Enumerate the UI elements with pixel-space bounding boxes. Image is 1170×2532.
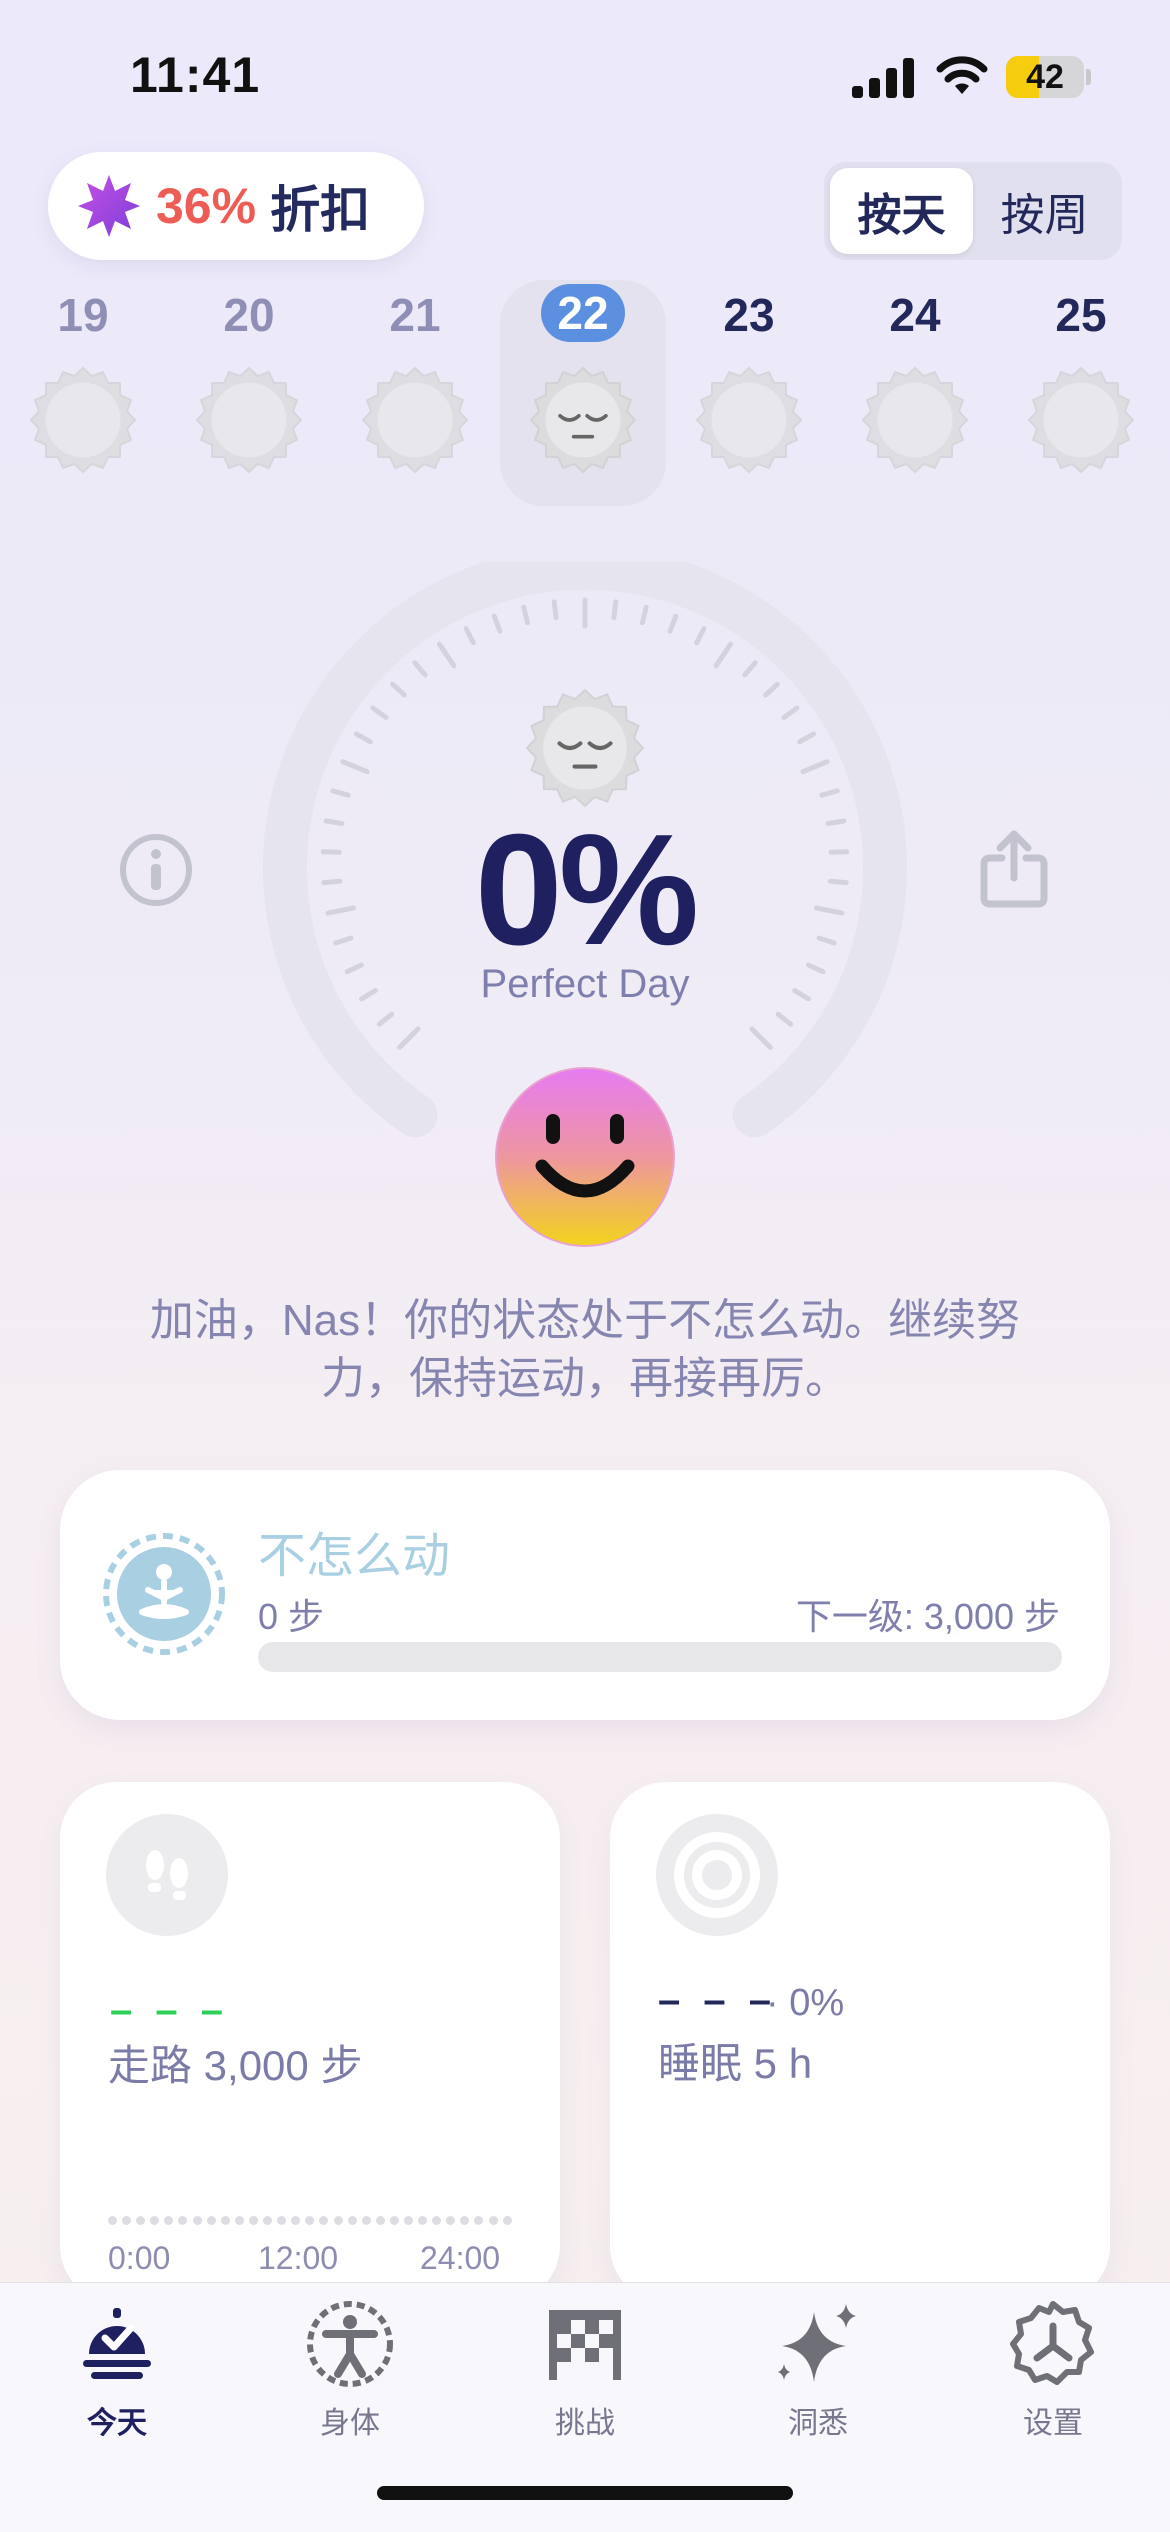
- walk-value: – – –: [110, 1988, 229, 2032]
- day-number: 21: [389, 289, 441, 341]
- sleep-goal-label: 睡眠 5 h: [658, 2040, 813, 2087]
- tab-body[interactable]: 身体: [250, 2296, 450, 2442]
- sparkle-icon: [778, 2304, 856, 2382]
- star-badge-icon: [78, 175, 140, 237]
- day-sun-icon: [529, 366, 637, 474]
- cellular-signal-icon: [852, 58, 914, 98]
- tab-settings[interactable]: 设置: [953, 2296, 1153, 2442]
- tab-today[interactable]: 今天: [17, 2296, 217, 2442]
- tab-today-label: 今天: [87, 2407, 147, 2440]
- discount-promo-button[interactable]: 36% 折扣: [48, 152, 424, 260]
- tab-insights-label: 洞悉: [788, 2407, 848, 2440]
- day-sun-icon: [361, 366, 469, 474]
- next-level-steps: 下一级: 3,000 步: [795, 1596, 1060, 1637]
- timeline-tick-end: 24:00: [420, 2240, 501, 2276]
- share-icon[interactable]: [978, 826, 1050, 910]
- motivation-message: 加油，Nas！你的状态处于不怎么动。继续努力，保持运动，再接再厉。: [149, 1296, 1021, 1403]
- status-time: 11:41: [130, 47, 261, 103]
- sleep-percent: · 0%: [766, 1982, 845, 2024]
- level-progress-bar: [258, 1642, 1062, 1672]
- walk-timeline: [108, 2216, 512, 2230]
- day-number: 22: [541, 284, 625, 342]
- day-sun-icon: [29, 366, 137, 474]
- day-sun-icon: [1027, 366, 1135, 474]
- tab-challenge-label: 挑战: [555, 2407, 615, 2440]
- day-24[interactable]: 24: [832, 280, 998, 510]
- day-21[interactable]: 21: [332, 280, 498, 510]
- day-22[interactable]: 22: [500, 280, 666, 506]
- wifi-icon: [936, 56, 988, 94]
- footsteps-icon: [106, 1814, 228, 1936]
- body-icon: [307, 2301, 393, 2387]
- day-number: 19: [57, 289, 109, 341]
- perfect-day-percent: 0%: [474, 802, 699, 978]
- day-19[interactable]: 19: [0, 280, 166, 510]
- tab-insights[interactable]: 洞悉: [718, 2296, 918, 2442]
- day-sun-icon: [195, 366, 303, 474]
- tab-challenge[interactable]: 挑战: [485, 2296, 685, 2442]
- sleep-value: – – –: [658, 1978, 777, 2022]
- day-25[interactable]: 25: [998, 280, 1164, 510]
- sleep-ring-icon: [656, 1814, 778, 1936]
- today-icon: [83, 2308, 151, 2379]
- walk-goal-label: 走路 3,000 步: [108, 2042, 363, 2089]
- sleepy-sun-icon: [525, 688, 645, 808]
- battery-indicator: 42: [1006, 56, 1091, 98]
- gear-icon: [1010, 2301, 1094, 2385]
- day-number: 25: [1055, 289, 1107, 341]
- toggle-day[interactable]: 按天: [830, 168, 973, 254]
- day-20[interactable]: 20: [166, 280, 332, 510]
- day-sun-icon: [861, 366, 969, 474]
- current-steps: 0 步: [258, 1596, 325, 1637]
- tab-settings-label: 设置: [1023, 2407, 1083, 2440]
- perfect-day-label: Perfect Day: [480, 962, 690, 1006]
- tab-body-label: 身体: [320, 2407, 380, 2440]
- day-sun-icon: [695, 366, 803, 474]
- info-icon[interactable]: [118, 832, 194, 908]
- day-23[interactable]: 23: [666, 280, 832, 510]
- home-indicator: [377, 2486, 793, 2500]
- checkered-flag-icon: [549, 2310, 621, 2380]
- toggle-week[interactable]: 按周: [973, 168, 1116, 254]
- meditation-icon: [103, 1533, 225, 1655]
- discount-percent: 36%: [156, 178, 257, 234]
- timeline-tick-start: 0:00: [108, 2240, 171, 2276]
- discount-label: 折扣: [270, 182, 371, 238]
- view-toggle: 按天 按周: [824, 162, 1122, 260]
- day-number: 20: [223, 289, 275, 341]
- activity-level-title: 不怎么动: [258, 1530, 451, 1583]
- day-number: 23: [723, 289, 775, 341]
- smiley-face-icon: [495, 1067, 675, 1247]
- day-number: 24: [889, 289, 941, 341]
- timeline-tick-mid: 12:00: [258, 2240, 339, 2276]
